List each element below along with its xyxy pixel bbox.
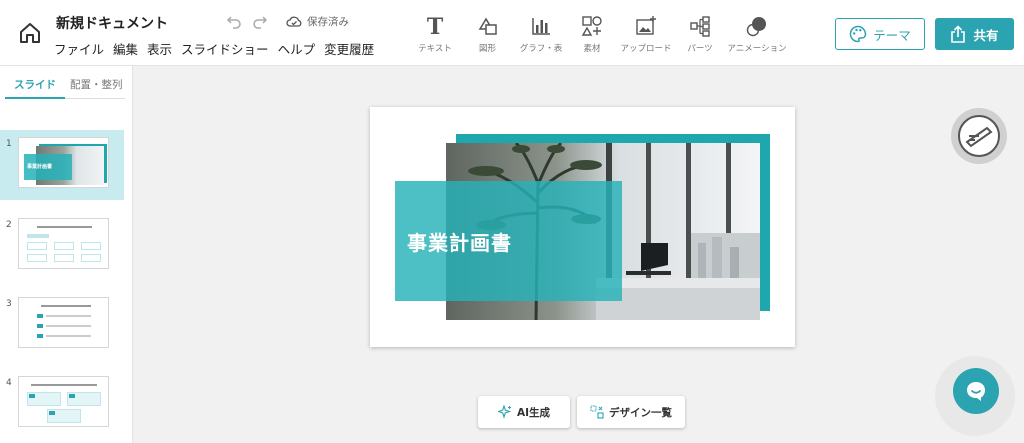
slide-thumbnail-1[interactable]: 1 事業計画書 — [0, 130, 124, 200]
redo-icon — [253, 16, 268, 29]
thumb-title: 事業計画書 — [27, 164, 53, 170]
menu-bar: ファイル 編集 表示 スライドショー ヘルプ 変更履歴 — [54, 39, 374, 58]
parts-icon — [690, 16, 710, 37]
tool-chart[interactable]: グラフ・表 — [510, 14, 572, 54]
text-icon: T — [427, 15, 444, 37]
design-list-button[interactable]: デザイン一覧 — [577, 396, 685, 428]
tab-arrange[interactable]: 配置・整列 — [70, 77, 123, 92]
tool-elements[interactable]: 素材 — [572, 14, 612, 54]
sidebar-tabs: スライド 配置・整列 — [0, 66, 133, 100]
chat-icon — [967, 382, 985, 401]
design-list-label: デザイン一覧 — [609, 406, 672, 419]
slide-preview — [18, 297, 109, 348]
home-icon — [20, 23, 40, 43]
menu-help[interactable]: ヘルプ — [278, 39, 316, 58]
slide-preview — [18, 376, 109, 427]
menu-edit[interactable]: 編集 — [113, 39, 138, 58]
menu-slideshow[interactable]: スライドショー — [181, 39, 269, 58]
tab-slides[interactable]: スライド — [14, 77, 56, 92]
svg-text:T: T — [427, 15, 444, 37]
tool-shape[interactable]: 図形 — [465, 14, 510, 54]
chat-support-button[interactable] — [953, 368, 999, 414]
share-icon — [951, 25, 966, 43]
document-title[interactable]: 新規ドキュメント — [56, 13, 168, 33]
cloud-saved-icon — [286, 16, 302, 27]
palette-icon — [850, 25, 867, 43]
undo-redo-group — [226, 12, 268, 30]
share-button[interactable]: 共有 — [935, 18, 1014, 50]
tool-upload[interactable]: アップロード — [612, 14, 680, 54]
tab-divider — [65, 98, 125, 99]
slide-canvas[interactable]: 事業計画書 — [370, 107, 795, 347]
slide-number: 1 — [6, 139, 12, 149]
shape-icon — [478, 17, 497, 35]
insert-toolbar: T テキスト 図形 グラフ・表 素材 アップロード パーツ アニメーション — [405, 14, 794, 54]
notes-badge-icon — [958, 115, 1000, 157]
sparkle-icon — [497, 405, 512, 419]
undo-button[interactable] — [226, 12, 242, 30]
elements-icon — [581, 16, 602, 36]
slide-sidebar: スライド 配置・整列 1 事業計画書 2 3 4 — [0, 66, 133, 443]
slide-thumbnail-4[interactable]: 4 — [0, 369, 124, 439]
slide-preview: 事業計画書 — [18, 137, 109, 188]
redo-button[interactable] — [252, 12, 268, 30]
animation-icon — [746, 17, 766, 37]
theme-button[interactable]: テーマ — [835, 18, 925, 50]
ai-generate-label: AI生成 — [516, 406, 551, 419]
slide-number: 4 — [6, 378, 12, 388]
notes-badge-button[interactable] — [951, 108, 1007, 164]
slide-number: 3 — [6, 299, 12, 309]
tool-parts[interactable]: パーツ — [680, 14, 720, 54]
menu-view[interactable]: 表示 — [147, 39, 172, 58]
tool-text[interactable]: T テキスト — [405, 14, 465, 54]
save-status-label: 保存済み — [307, 16, 349, 28]
chart-icon — [532, 18, 550, 35]
slide-number: 2 — [6, 220, 12, 230]
undo-icon — [226, 16, 241, 29]
menu-file[interactable]: ファイル — [54, 39, 104, 58]
share-button-label: 共有 — [973, 27, 999, 43]
home-button[interactable] — [14, 18, 46, 48]
tool-animation[interactable]: アニメーション — [720, 14, 794, 54]
theme-button-label: テーマ — [873, 27, 911, 43]
tab-active-indicator — [5, 97, 65, 99]
slide-thumbnail-3[interactable]: 3 — [0, 290, 124, 360]
slide-thumbnail-2[interactable]: 2 — [0, 211, 124, 281]
slide-preview — [18, 218, 109, 269]
upload-image-icon — [636, 16, 656, 35]
ai-generate-button[interactable]: AI生成 — [478, 396, 570, 428]
menu-history[interactable]: 変更履歴 — [324, 39, 374, 58]
top-header: 新規ドキュメント ファイル 編集 表示 スライドショー ヘルプ 変更履歴 保存済… — [0, 0, 1024, 66]
design-list-icon — [590, 405, 604, 419]
save-status: 保存済み — [286, 14, 349, 29]
slide-title[interactable]: 事業計画書 — [407, 227, 512, 256]
